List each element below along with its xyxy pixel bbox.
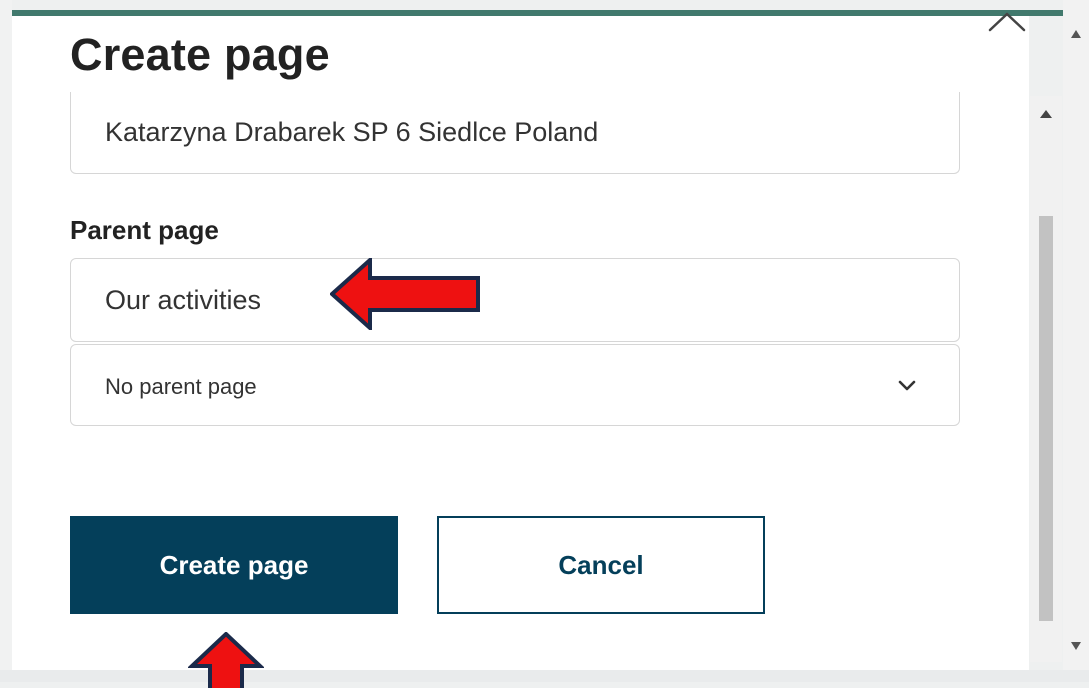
parent-page-select[interactable]: No parent page (70, 344, 960, 426)
cancel-button[interactable]: Cancel (437, 516, 765, 614)
page-scrollbar[interactable] (1063, 0, 1089, 682)
dialog-scrollbar[interactable] (1030, 96, 1062, 662)
bottom-strip (0, 670, 1089, 682)
parent-page-input[interactable]: Our activities (70, 258, 960, 342)
dialog-title: Create page (70, 29, 330, 80)
scroll-up-icon[interactable] (1069, 28, 1083, 40)
accent-bar (12, 10, 1089, 16)
red-arrow-icon (330, 258, 480, 330)
close-icon[interactable] (986, 0, 1028, 32)
page-title-value: Katarzyna Drabarek SP 6 Siedlce Poland (105, 117, 599, 147)
scroll-up-icon[interactable] (1038, 108, 1054, 120)
page-title-field[interactable]: Katarzyna Drabarek SP 6 Siedlce Poland (70, 92, 960, 174)
create-page-button[interactable]: Create page (70, 516, 398, 614)
background-strip (0, 0, 12, 682)
chevron-down-icon (898, 380, 916, 391)
parent-page-label: Parent page (70, 215, 219, 245)
scroll-down-icon[interactable] (1069, 640, 1083, 652)
create-page-dialog: Create page Katarzyna Drabarek SP 6 Sied… (12, 10, 1029, 670)
parent-page-input-value: Our activities (105, 285, 262, 315)
parent-page-select-value: No parent page (105, 374, 257, 399)
scrollbar-thumb[interactable] (1039, 216, 1053, 621)
red-arrow-icon (188, 632, 264, 688)
